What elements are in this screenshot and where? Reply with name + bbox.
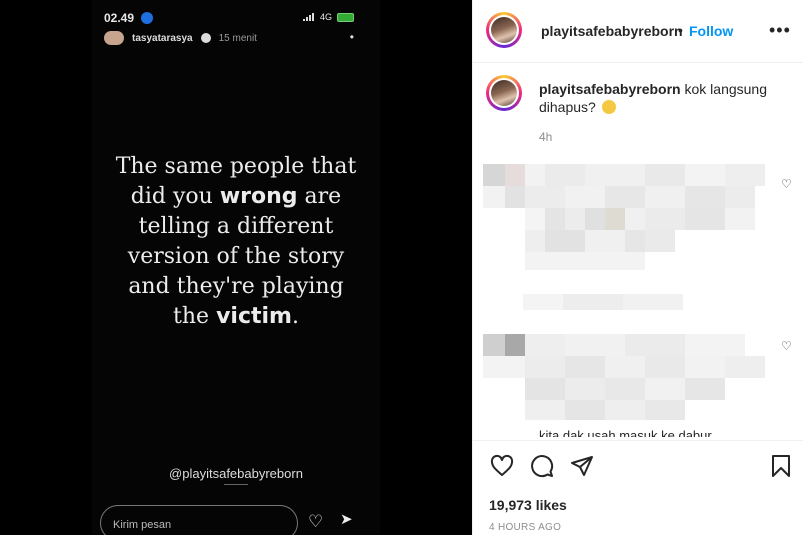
share-icon[interactable]: [570, 454, 594, 478]
mic-icon: [141, 12, 153, 24]
reply-placeholder: Kirim pesan: [113, 519, 172, 531]
censored-comment-1: [483, 164, 765, 270]
status-indicators: 4G: [302, 12, 354, 22]
story-send-icon: ➤: [340, 511, 353, 528]
comment-like-icon[interactable]: ♡: [781, 339, 792, 353]
caption: playitsafebabyreborn kok langsung dihapu…: [539, 80, 789, 116]
signal-icon: [302, 13, 314, 21]
watermark-handle: @playitsafebabyreborn: [169, 466, 303, 481]
save-bookmark-icon[interactable]: [771, 454, 791, 478]
post-side-panel: playitsafebabyreborn • Follow ••• playit…: [472, 0, 803, 536]
censored-reply-link: [523, 294, 683, 310]
story-username: tasyatarasya: [132, 32, 193, 44]
story-avatar: [104, 31, 124, 45]
partial-comment-text: kita dak usah masuk ke dabur: [539, 428, 712, 437]
more-options-icon[interactable]: •••: [769, 20, 791, 41]
quote-line: telling a different: [138, 214, 334, 239]
story-heart-icon: ♡: [308, 512, 324, 531]
separator-dot: •: [678, 22, 683, 38]
caption-avatar[interactable]: [486, 75, 522, 111]
quote-line: version of the story: [127, 244, 345, 269]
status-time: 02.49: [104, 11, 135, 25]
likes-count[interactable]: 19,973 likes: [489, 497, 567, 513]
post-image: 02.49 4G tasyatarasya 15 menit • The sam…: [0, 0, 472, 535]
story-more-icon: •: [349, 30, 354, 44]
like-heart-icon[interactable]: [490, 454, 514, 478]
quote-line: and they're playing: [128, 274, 344, 299]
post-username-link[interactable]: playitsafebabyreborn: [541, 23, 683, 39]
caption-time: 4h: [539, 130, 553, 144]
thinking-emoji-icon: [601, 100, 616, 114]
story-time: 15 menit: [218, 32, 257, 44]
post-timestamp[interactable]: 4 HOURS AGO: [489, 522, 561, 533]
battery-icon: [337, 12, 354, 22]
network-label: 4G: [319, 12, 332, 22]
story-user-row: tasyatarasya 15 menit: [104, 30, 257, 46]
post-header: playitsafebabyreborn • Follow •••: [473, 0, 803, 63]
quote-text: The same people that did you wrong are t…: [92, 152, 380, 332]
verified-icon: [200, 33, 211, 43]
follow-button[interactable]: Follow: [689, 23, 733, 39]
story-screenshot: 02.49 4G tasyatarasya 15 menit • The sam…: [92, 0, 380, 535]
quote-line: The same people that: [115, 154, 357, 179]
censored-comment-2: [483, 334, 765, 420]
quote-line: did you wrong are: [130, 184, 342, 209]
watermark-logo: [224, 484, 248, 495]
caption-username-link[interactable]: playitsafebabyreborn: [539, 81, 681, 97]
comment-like-icon[interactable]: ♡: [781, 177, 792, 191]
post-actions: 19,973 likes 4 HOURS AGO: [473, 440, 803, 536]
story-reply-input: Kirim pesan: [100, 505, 298, 535]
comment-icon[interactable]: [530, 454, 554, 478]
quote-line: the victim.: [173, 304, 299, 329]
avatar[interactable]: [486, 12, 522, 48]
phone-status-bar: 02.49 4G: [92, 8, 380, 28]
